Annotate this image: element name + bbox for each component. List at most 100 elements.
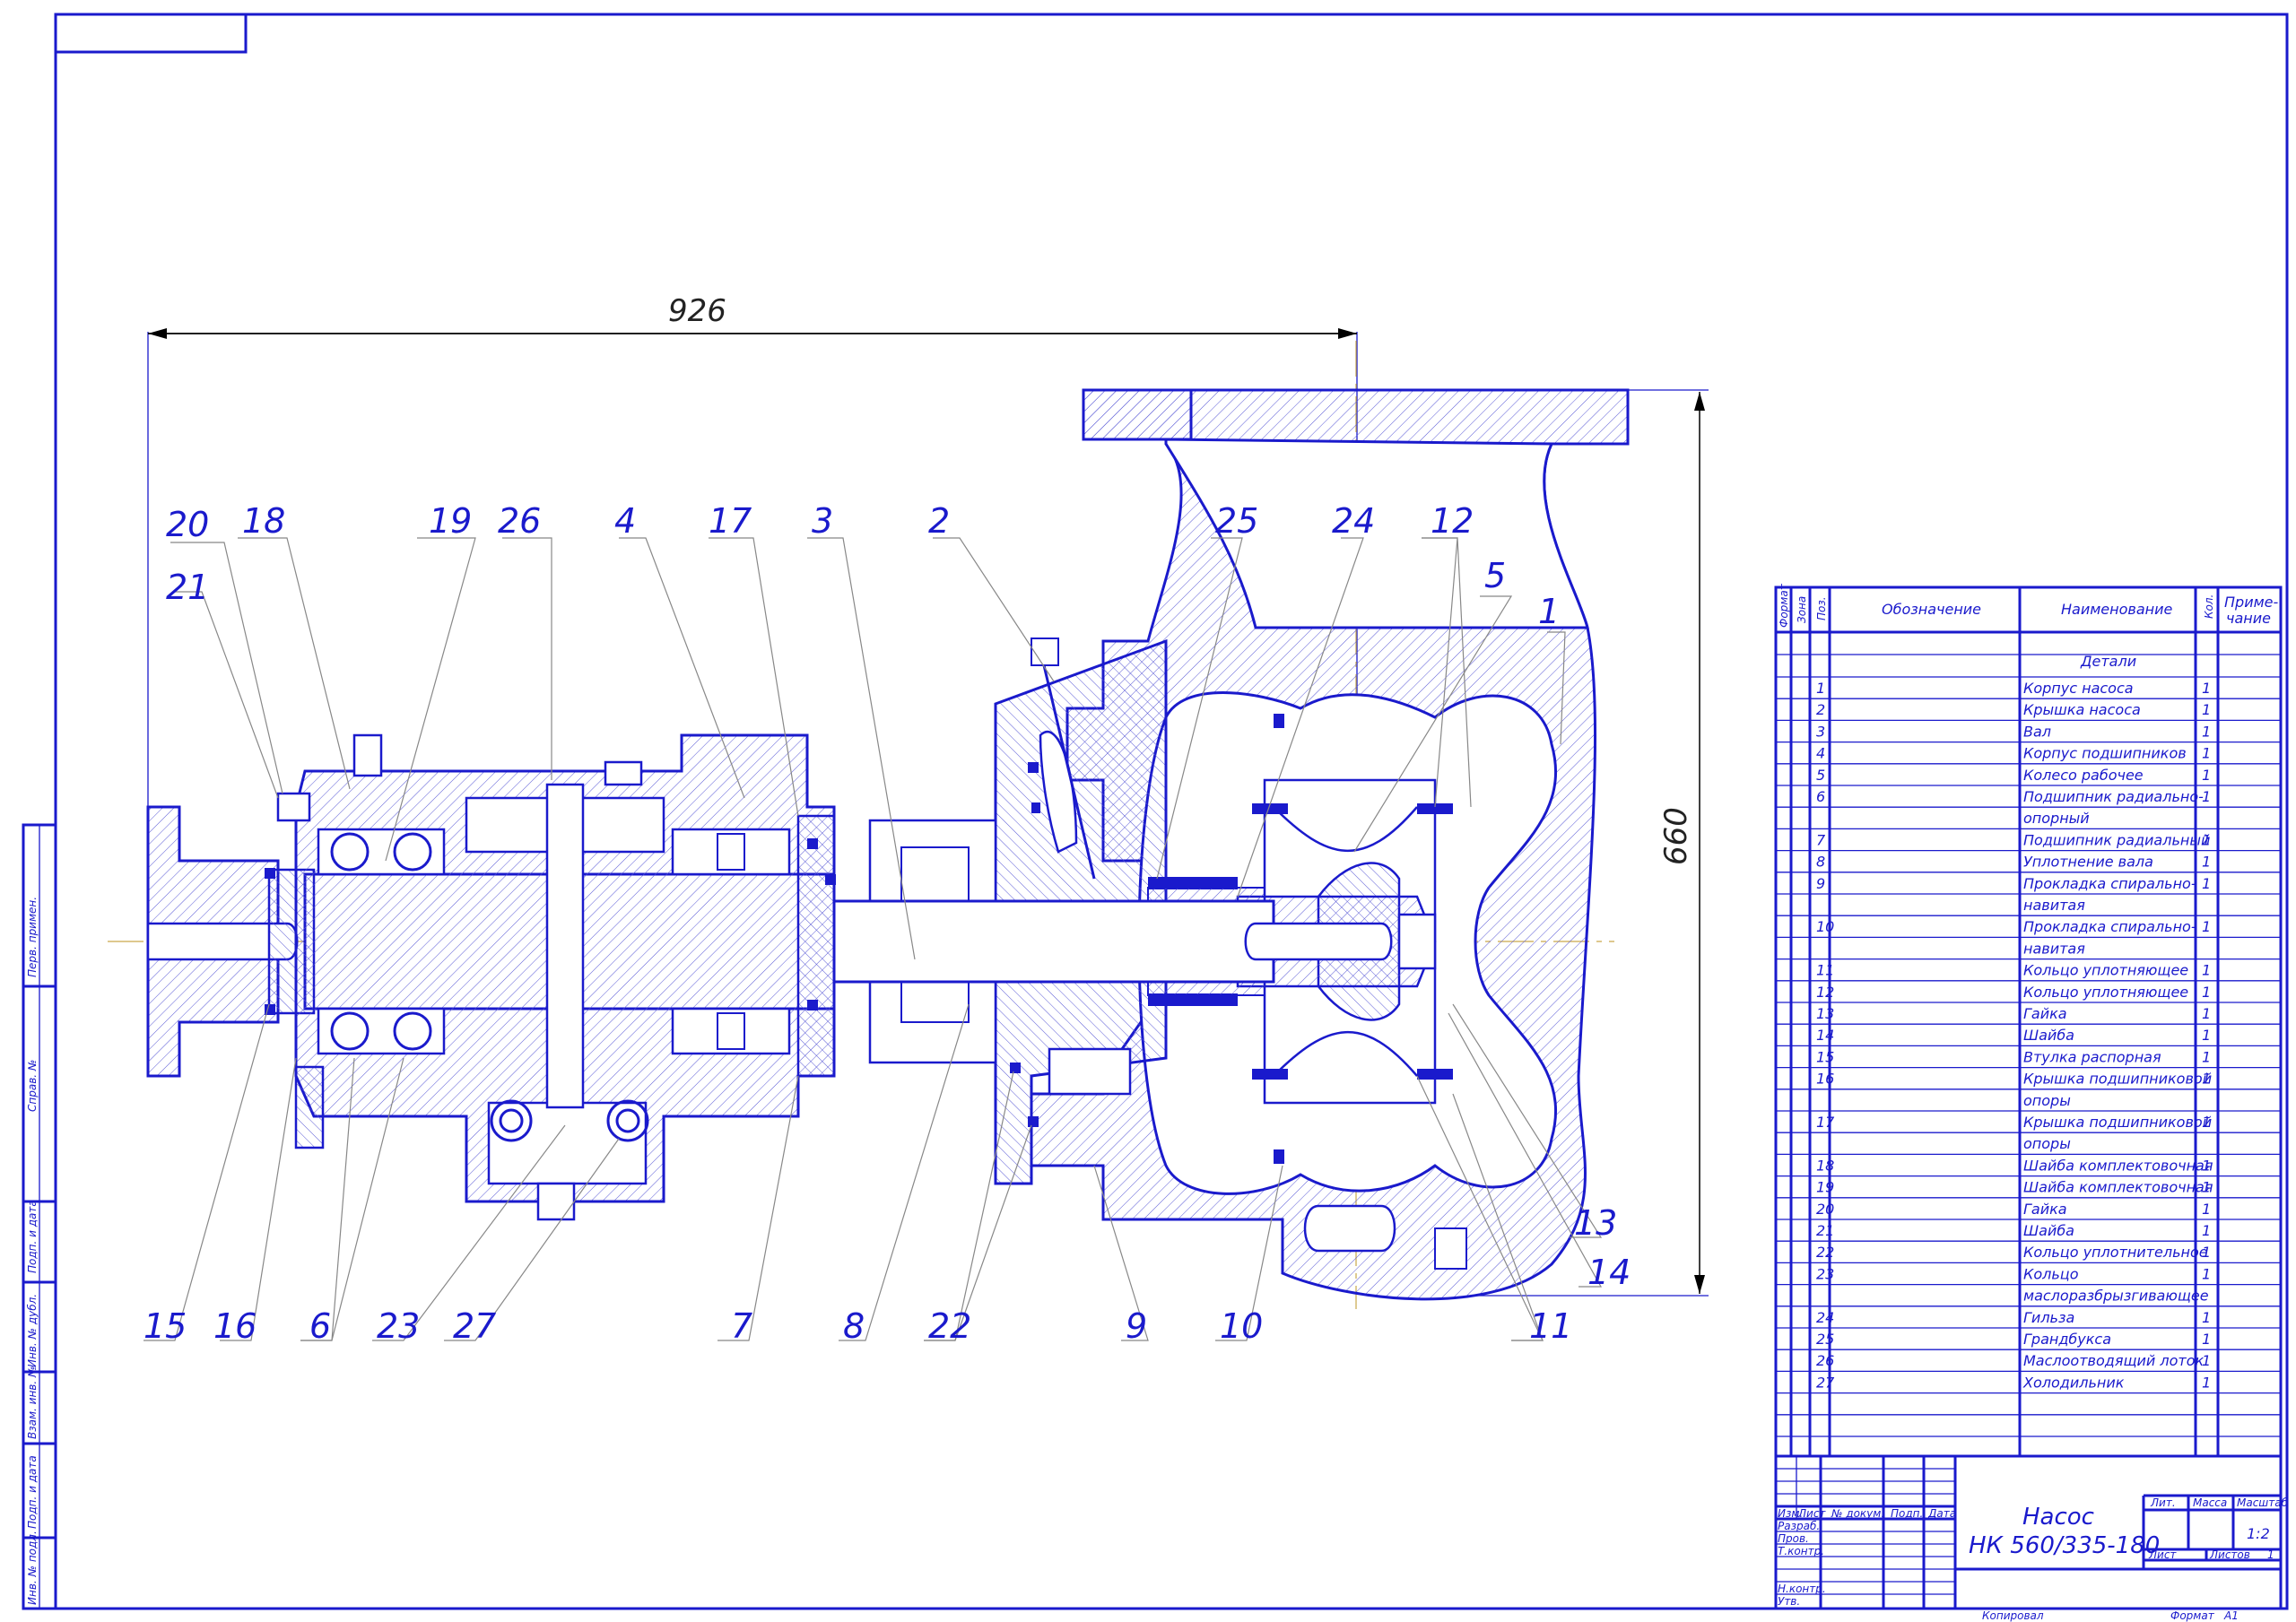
balloon-23: 23: [377, 1306, 420, 1346]
row-pos: 24: [1816, 1309, 1834, 1326]
tb-title-1: Насос: [2022, 1504, 2094, 1531]
row-pos: 12: [1816, 984, 1834, 1001]
row-name: Шайба комплектовочная: [2023, 1179, 2213, 1196]
balloon-1: 1: [1538, 592, 1560, 631]
row-qty: 1: [2202, 1114, 2211, 1131]
row-qty: 1: [2202, 1201, 2211, 1218]
stamp-perv: Перв. примен.: [26, 897, 39, 977]
row-qty: 1: [2202, 767, 2211, 784]
balloon-10: 10: [1220, 1306, 1263, 1346]
row-name: Крышка насоса: [2023, 701, 2141, 718]
balloon-16: 16: [213, 1306, 257, 1346]
row-name: Кольцо: [2023, 1265, 2079, 1282]
col-note-1: Приме-: [2224, 594, 2279, 611]
row-name: Гайка: [2023, 1005, 2067, 1022]
row-qty: 1: [2202, 962, 2211, 979]
col-pos: Поз.: [1815, 596, 1828, 620]
row-pos: 11: [1816, 962, 1834, 979]
col-designation: Обозначение: [1882, 601, 1981, 618]
row-qty: 1: [2202, 984, 2211, 1001]
tb-list: Лист: [1797, 1507, 1826, 1520]
balloon-5: 5: [1484, 556, 1506, 595]
balloon-2: 2: [928, 501, 950, 541]
row-qty: 1: [2202, 1352, 2211, 1369]
balloon-19: 19: [429, 501, 472, 541]
balloon-17: 17: [709, 501, 752, 541]
tb-sign: Подп.: [1891, 1507, 1923, 1520]
row-pos: 27: [1816, 1374, 1835, 1391]
col-format: Формат: [1778, 583, 1790, 628]
row-name: Кольцо уплотнительное: [2023, 1244, 2208, 1261]
row-pos: 22: [1816, 1244, 1834, 1261]
col-name: Наименование: [2061, 601, 2172, 618]
tb-format-value: A1: [2223, 1609, 2239, 1622]
row-name: Кольцо уплотняющее: [2023, 962, 2188, 979]
parts-list: Формат Зона Поз. Обозначение Наименовани…: [1774, 583, 2283, 1458]
stamp-sprav: Справ. №: [26, 1060, 39, 1112]
row-name-cont: маслоразбрызгивающее: [2023, 1288, 2209, 1305]
balloon-20: 20: [166, 505, 209, 544]
balloon-15: 15: [144, 1306, 187, 1346]
balloon-12: 12: [1431, 501, 1474, 541]
tb-scale: 1:2: [2247, 1525, 2270, 1542]
balloon-21: 21: [166, 568, 209, 607]
balloon-7: 7: [731, 1306, 752, 1346]
tb-title-2: НК 560/335-180: [1969, 1532, 2160, 1559]
stamp-inv-podl: Инв. № подл.: [26, 1531, 39, 1605]
tb-sheets-value: 1: [2267, 1548, 2274, 1561]
row-qty: 1: [2202, 1222, 2211, 1239]
row-qty: 1: [2202, 723, 2211, 740]
row-qty: 1: [2202, 680, 2211, 697]
tb-format: Формат: [2170, 1609, 2215, 1622]
row-pos: 10: [1816, 918, 1834, 935]
row-qty: 1: [2202, 1027, 2211, 1044]
row-pos: 15: [1816, 1048, 1834, 1065]
tb-sheets: Листов: [2209, 1548, 2250, 1561]
section-title: Детали: [2080, 653, 2136, 670]
row-pos: 14: [1816, 1027, 1834, 1044]
pump-assembly-drawing: 926 660 20 18 19 26 4 17 3 2 25 24 12 5 …: [22, 13, 2289, 1622]
row-qty: 1: [2202, 1179, 2211, 1196]
row-qty: 1: [2202, 1005, 2211, 1022]
row-pos: 18: [1816, 1157, 1834, 1174]
stamp-vzam: Взам. инв. №: [26, 1366, 39, 1439]
row-pos: 7: [1816, 831, 1826, 848]
row-qty: 1: [2202, 1309, 2211, 1326]
row-name: Корпус насоса: [2023, 680, 2134, 697]
row-name: Кольцо уплотняющее: [2023, 984, 2188, 1001]
coupling-hub: [146, 805, 316, 1078]
row-pos: 6: [1816, 788, 1825, 805]
row-pos: 25: [1816, 1331, 1834, 1348]
tb-razrab: Разраб.: [1778, 1520, 1820, 1532]
row-qty: 1: [2202, 788, 2211, 805]
tb-sheet: Лист: [2148, 1548, 2177, 1561]
row-qty: 1: [2202, 854, 2211, 871]
row-name: Крышка подшипниковой: [2023, 1071, 2212, 1088]
row-name: Крышка подшипниковой: [2023, 1114, 2212, 1131]
row-name: Корпус подшипников: [2023, 745, 2187, 762]
balloon-9: 9: [1126, 1306, 1147, 1346]
row-name: Втулка распорная: [2023, 1048, 2161, 1065]
row-qty: 1: [2202, 1374, 2211, 1391]
balloon-25: 25: [1215, 501, 1258, 541]
tb-nkontr: Н.контр.: [1778, 1583, 1826, 1595]
row-name: Колесо рабочее: [2023, 767, 2144, 784]
row-qty: 1: [2202, 1244, 2211, 1261]
row-name: Холодильник: [2022, 1374, 2125, 1391]
row-pos: 5: [1816, 767, 1825, 784]
row-pos: 19: [1816, 1179, 1834, 1196]
row-pos: 1: [1816, 680, 1825, 697]
balloon-26: 26: [498, 501, 541, 541]
row-pos: 23: [1816, 1265, 1834, 1282]
row-qty: 1: [2202, 745, 2211, 762]
row-name: Прокладка спирально-: [2023, 875, 2196, 892]
tb-utv: Утв.: [1778, 1595, 1800, 1608]
tb-mass: Масса: [2193, 1496, 2227, 1509]
tb-doc: № докум.: [1831, 1507, 1884, 1520]
row-name-cont: навитая: [2023, 897, 2085, 914]
balloon-4: 4: [614, 501, 636, 541]
row-qty: 1: [2202, 1071, 2211, 1088]
row-name: Прокладка спирально-: [2023, 918, 2196, 935]
row-pos: 8: [1816, 854, 1825, 871]
tb-tkontr: Т.контр.: [1778, 1545, 1824, 1557]
